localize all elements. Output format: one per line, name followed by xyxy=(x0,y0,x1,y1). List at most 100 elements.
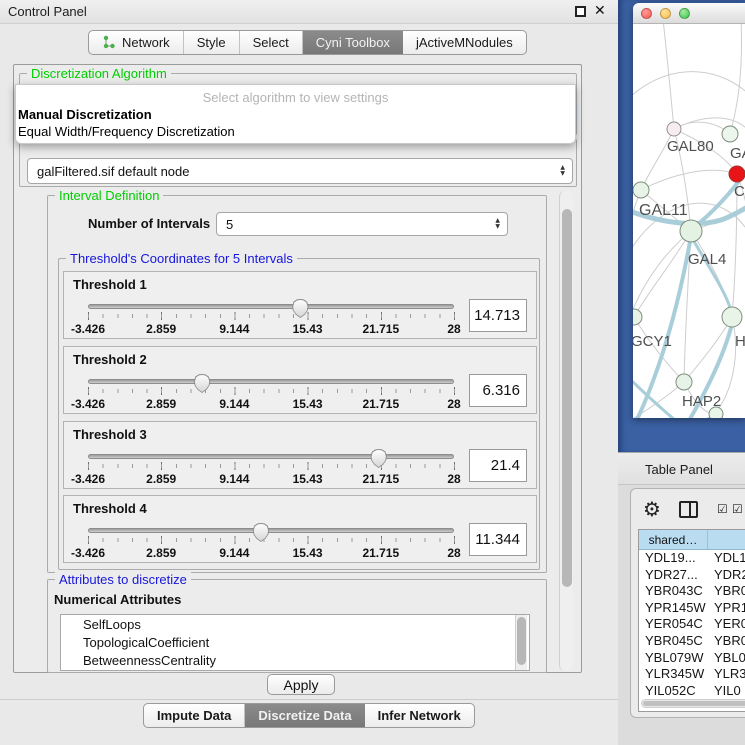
node-label: HAP2 xyxy=(682,393,721,410)
table-row[interactable]: YDR27... YDR2 xyxy=(639,567,745,584)
columns-icon[interactable] xyxy=(679,501,698,518)
column-header-name[interactable]: na xyxy=(708,530,745,549)
network-edge[interactable] xyxy=(674,122,730,134)
table-row[interactable]: YER054C YER0 xyxy=(639,616,745,633)
threshold-1-block: Threshold 1 -3.426 2.859 9.144 15.43 21.… xyxy=(63,271,537,339)
network-window-titlebar[interactable] xyxy=(633,3,745,24)
slider-scale: -3.426 2.859 9.144 15.43 21.715 28 xyxy=(88,322,454,336)
network-node[interactable] xyxy=(633,309,642,325)
network-view-window[interactable]: GAL80GACGAL11GAL4GCY1HHAP2 xyxy=(633,3,745,418)
numerical-attributes-list[interactable]: SelfLoops TopologicalCoefficient Between… xyxy=(60,614,530,671)
tab-network-label: Network xyxy=(122,35,170,50)
table-row[interactable]: YIL052C YIL0 xyxy=(639,683,745,700)
network-node[interactable] xyxy=(680,220,702,242)
minimize-traffic-light-icon[interactable] xyxy=(660,8,671,19)
tab-jactivemnodules[interactable]: jActiveMNodules xyxy=(403,31,526,54)
panel-scrollbar[interactable] xyxy=(559,191,573,671)
threshold-3-block: Threshold 3 -3.426 2.859 9.144 15.43 21.… xyxy=(63,421,537,489)
network-edge[interactable] xyxy=(641,170,737,190)
list-item[interactable]: BetweennessCentrality xyxy=(61,651,529,669)
number-of-intervals-combobox[interactable]: 5 ▲▼ xyxy=(216,212,508,236)
table-row[interactable]: YPR145W YPR1 xyxy=(639,600,745,617)
table-row[interactable]: YDL19... YDL1 xyxy=(639,550,745,567)
tab-network[interactable]: Network xyxy=(89,31,184,54)
attributes-group: Attributes to discretize Numerical Attri… xyxy=(47,579,547,673)
table-horizontal-scrollbar[interactable] xyxy=(641,699,745,708)
threshold-2-value[interactable]: 6.316 xyxy=(469,374,527,407)
node-label: GA xyxy=(730,145,745,162)
network-node[interactable] xyxy=(722,126,738,142)
top-tab-bar: Network Style Select Cyni Toolbox jActiv… xyxy=(88,30,527,55)
tab-discretize-data[interactable]: Discretize Data xyxy=(245,704,364,727)
network-node[interactable] xyxy=(676,374,692,390)
list-scrollbar[interactable] xyxy=(515,615,527,670)
checkbox-icon[interactable]: ☑ xyxy=(732,502,743,516)
right-region: GAL80GACGAL11GAL4GCY1HHAP2 Table Panel ⚙… xyxy=(618,0,745,745)
tab-style[interactable]: Style xyxy=(184,31,240,54)
column-header-shared-name[interactable]: shared… xyxy=(639,530,708,549)
threshold-2-slider[interactable]: -3.426 2.859 9.144 15.43 21.715 28 xyxy=(88,375,456,411)
table-data-combobox[interactable]: galFiltered.sif default node ▲▼ xyxy=(27,158,573,184)
table-panel-titlebar: Table Panel xyxy=(618,452,745,485)
table-row[interactable]: YBR043C YBR0 xyxy=(639,583,745,600)
cyni-settings-panel: Discretization Algorithm ▲▼ Table Data g… xyxy=(13,64,582,673)
slider-track[interactable] xyxy=(88,304,454,309)
network-edge[interactable] xyxy=(730,24,742,134)
slider-scale: -3.426 2.859 9.144 15.43 21.715 28 xyxy=(88,546,454,560)
tab-impute-data[interactable]: Impute Data xyxy=(144,704,245,727)
control-panel: Control Panel ✕ Network Style Select Cyn… xyxy=(0,0,618,745)
close-icon[interactable]: ✕ xyxy=(594,3,606,19)
float-window-icon[interactable] xyxy=(575,6,586,17)
panel-title: Control Panel xyxy=(8,4,87,19)
list-item[interactable]: SelfLoops xyxy=(61,615,529,633)
network-edge[interactable] xyxy=(692,238,732,314)
network-node[interactable] xyxy=(633,182,649,198)
list-item[interactable]: TopologicalCoefficient xyxy=(61,633,529,651)
apply-button[interactable]: Apply xyxy=(267,674,335,695)
network-canvas[interactable]: GAL80GACGAL11GAL4GCY1HHAP2 xyxy=(633,24,745,418)
node-label: GCY1 xyxy=(633,333,672,350)
node-label: GAL11 xyxy=(639,202,688,219)
zoom-traffic-light-icon[interactable] xyxy=(679,8,690,19)
threshold-1-value[interactable]: 14.713 xyxy=(469,299,527,332)
threshold-2-block: Threshold 2 -3.426 2.859 9.144 15.43 21.… xyxy=(63,346,537,414)
slider-track[interactable] xyxy=(88,528,454,533)
table-row[interactable]: YLR345W YLR3 xyxy=(639,666,745,683)
network-node[interactable] xyxy=(722,307,742,327)
group-title: Discretization Algorithm xyxy=(27,66,171,81)
network-edge[interactable] xyxy=(633,72,745,100)
tab-cyni-toolbox[interactable]: Cyni Toolbox xyxy=(303,31,403,54)
gear-icon[interactable]: ⚙ xyxy=(643,497,661,521)
table-panel-body: ⚙ ☑ ☑ shared… na YDL19... YDL1 YDR27... … xyxy=(618,485,745,745)
threshold-1-slider[interactable]: -3.426 2.859 9.144 15.43 21.715 28 xyxy=(88,300,456,336)
node-attribute-table[interactable]: shared… na YDL19... YDL1 YDR27... YDR2 Y… xyxy=(638,529,745,712)
slider-track[interactable] xyxy=(88,379,454,384)
group-title: Interval Definition xyxy=(55,188,163,203)
bottom-tab-bar: Impute Data Discretize Data Infer Networ… xyxy=(143,703,475,728)
number-of-intervals-label: Number of Intervals xyxy=(88,216,210,231)
tab-infer-network[interactable]: Infer Network xyxy=(365,704,474,727)
dropdown-item-manual-discretization[interactable]: Manual Discretization xyxy=(18,107,152,122)
threshold-4-slider[interactable]: -3.426 2.859 9.144 15.43 21.715 28 xyxy=(88,524,456,560)
network-node[interactable] xyxy=(667,122,681,136)
group-title: Attributes to discretize xyxy=(55,572,191,587)
table-row[interactable]: YBR045C YBR0 xyxy=(639,633,745,650)
tab-select[interactable]: Select xyxy=(240,31,303,54)
combo-arrows-icon: ▲▼ xyxy=(560,165,565,177)
checkbox-icon[interactable]: ☑ xyxy=(717,502,728,516)
table-panel-title: Table Panel xyxy=(645,462,713,477)
threshold-4-value[interactable]: 11.344 xyxy=(469,523,527,556)
threshold-3-value[interactable]: 21.4 xyxy=(469,449,527,482)
dropdown-item-equal-width-frequency[interactable]: Equal Width/Frequency Discretization xyxy=(18,124,235,139)
slider-track[interactable] xyxy=(88,454,454,459)
control-panel-titlebar: Control Panel ✕ xyxy=(0,0,618,24)
network-node[interactable] xyxy=(729,166,745,182)
group-title: Threshold's Coordinates for 5 Intervals xyxy=(66,251,297,266)
interval-definition-group: Interval Definition Number of Intervals … xyxy=(47,195,547,573)
table-header-row: shared… na xyxy=(639,530,745,550)
table-row[interactable]: YBL079W YBL0 xyxy=(639,650,745,667)
close-traffic-light-icon[interactable] xyxy=(641,8,652,19)
threshold-3-slider[interactable]: -3.426 2.859 9.144 15.43 21.715 28 xyxy=(88,450,456,486)
slider-scale: -3.426 2.859 9.144 15.43 21.715 28 xyxy=(88,472,454,486)
divider xyxy=(0,699,618,700)
